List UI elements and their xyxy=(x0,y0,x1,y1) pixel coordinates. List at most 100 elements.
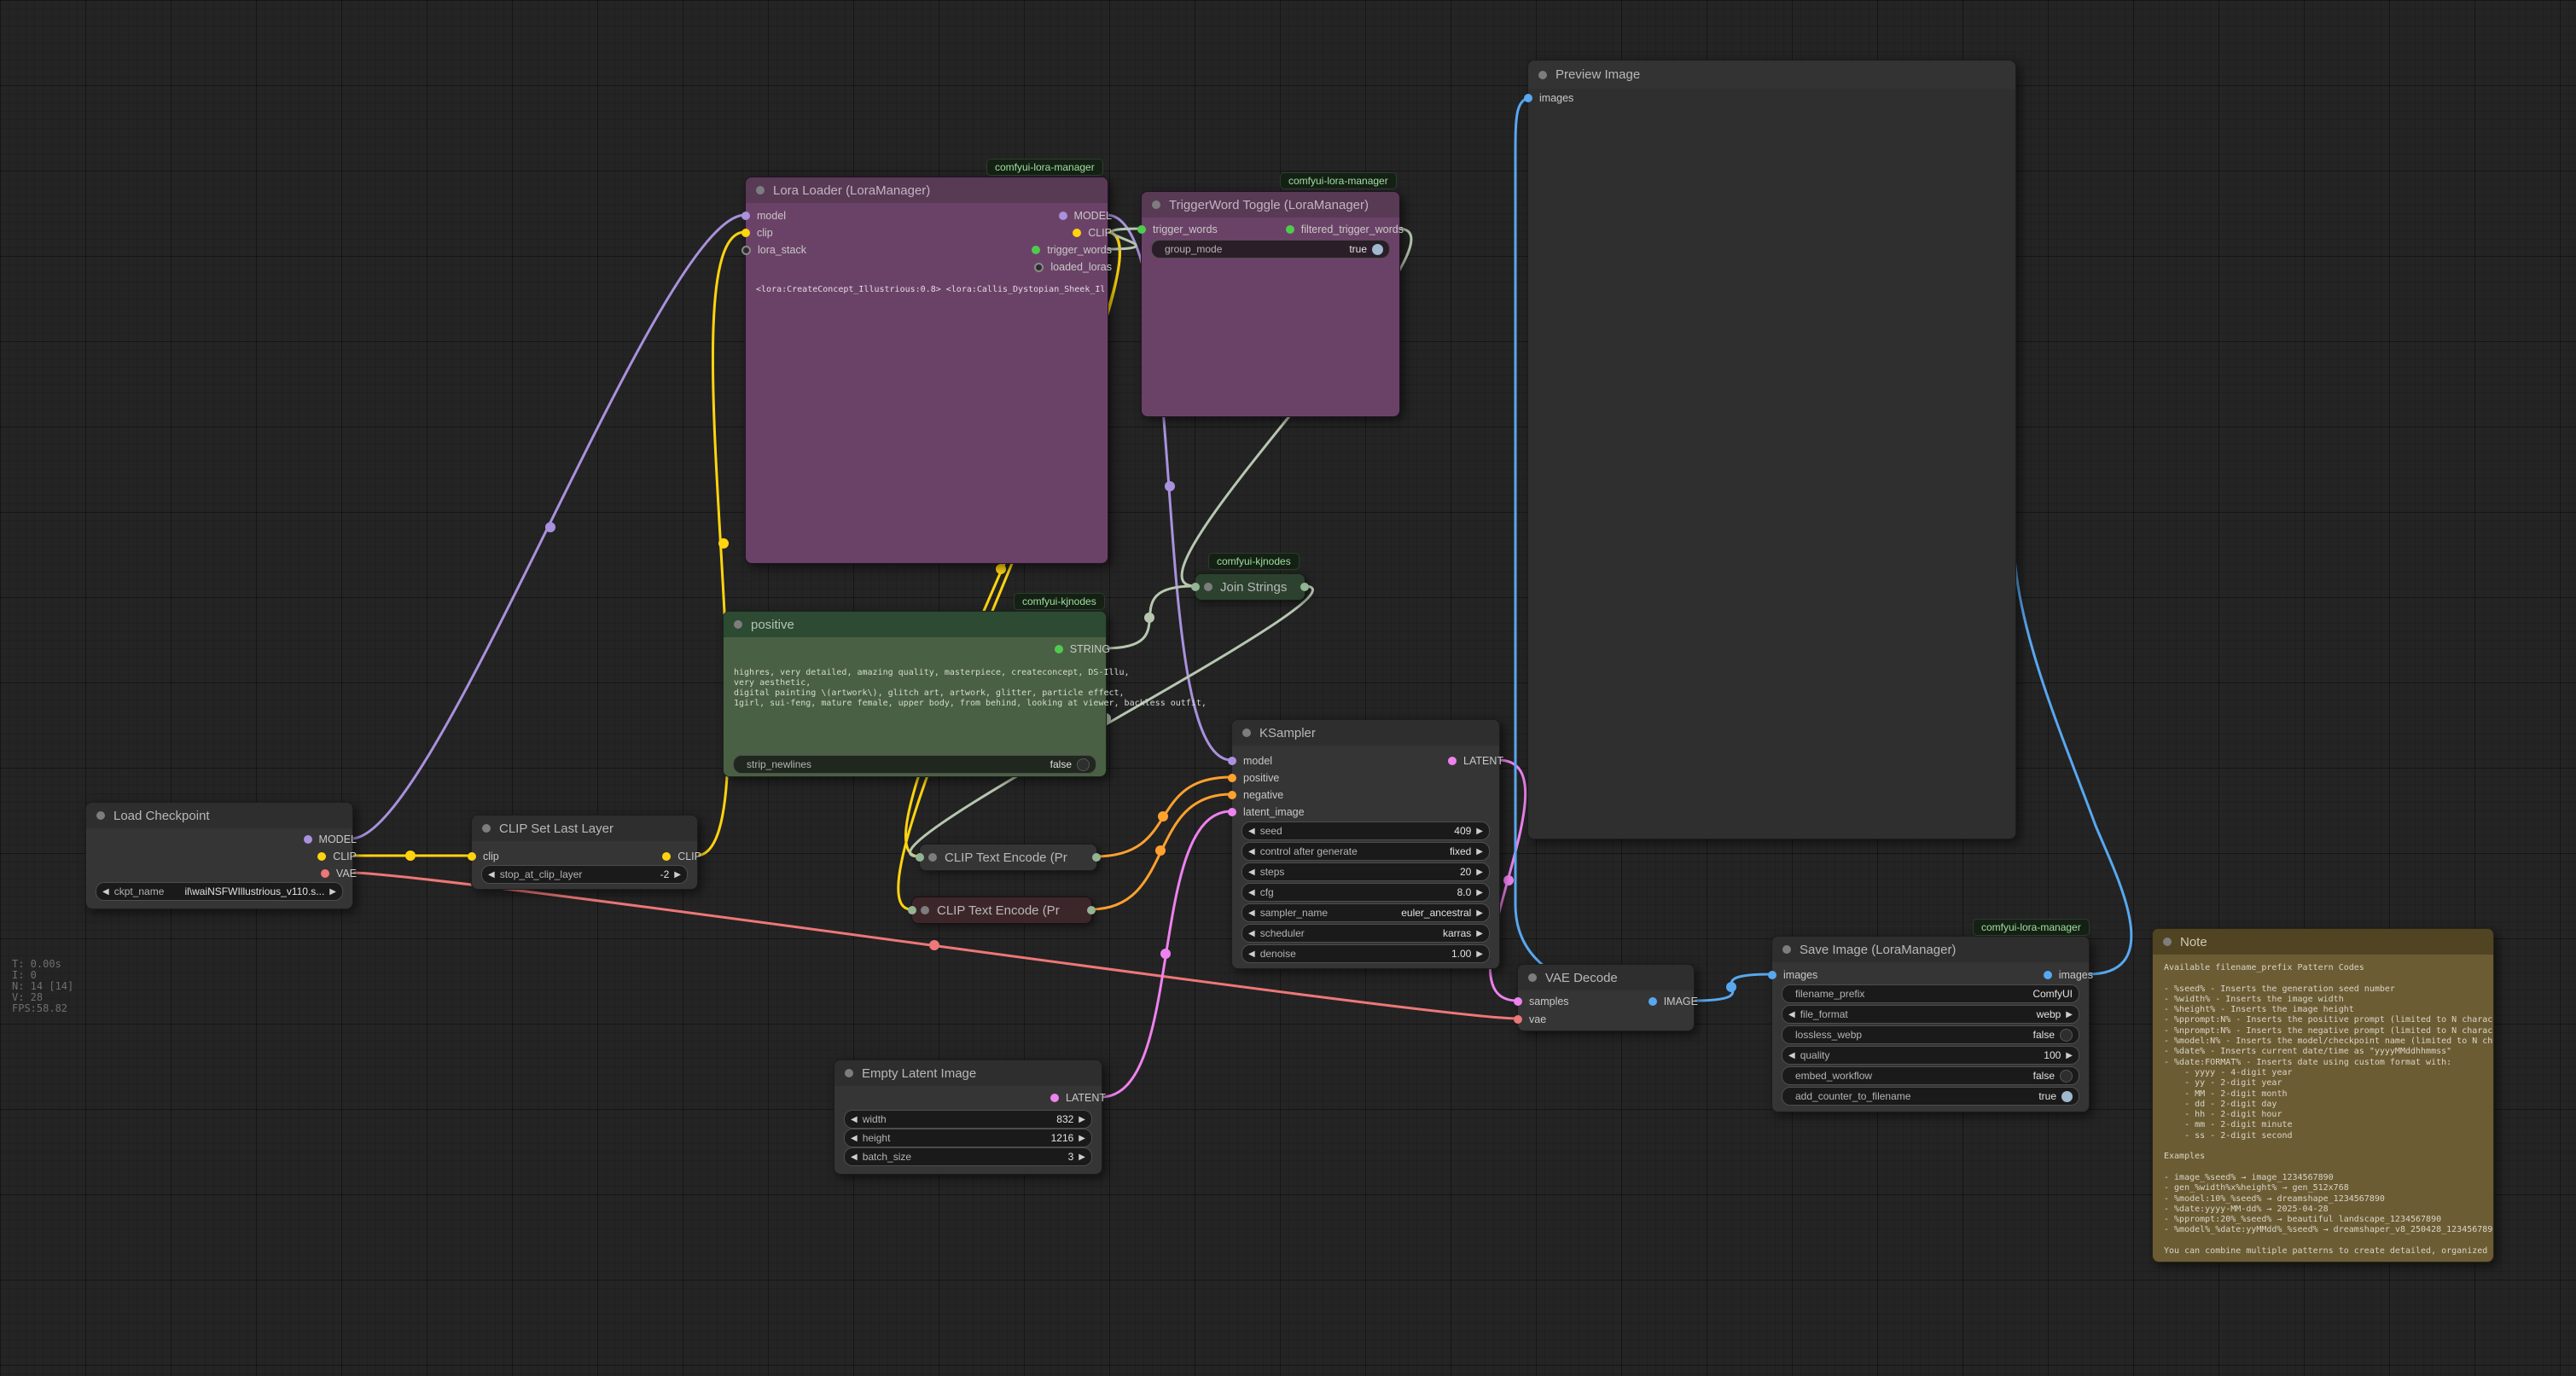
next-arrow-icon[interactable]: ▶ xyxy=(674,870,681,880)
image-port-icon[interactable] xyxy=(1768,971,1776,979)
embed-workflow-toggle[interactable]: embed_workflowfalse xyxy=(1782,1066,2079,1085)
node-preview-image[interactable]: Preview Image images xyxy=(1527,60,2016,839)
toggle-off-icon[interactable] xyxy=(2060,1029,2073,1042)
input-model[interactable]: model xyxy=(741,209,786,223)
next-arrow-icon[interactable]: ▶ xyxy=(1476,949,1483,959)
next-arrow-icon[interactable]: ▶ xyxy=(1079,1152,1085,1162)
next-arrow-icon[interactable]: ▶ xyxy=(1476,929,1483,938)
node-join-strings[interactable]: Join Strings xyxy=(1195,573,1305,601)
image-port-icon[interactable] xyxy=(1649,997,1657,1006)
output-latent[interactable]: LATENT xyxy=(1448,754,1503,768)
link-dot[interactable] xyxy=(996,564,1006,574)
model-port-icon[interactable] xyxy=(1228,757,1236,765)
prev-arrow-icon[interactable]: ◀ xyxy=(1248,929,1255,938)
group-mode-toggle[interactable]: group_modetrue xyxy=(1151,240,1390,258)
file-format-widget[interactable]: ◀file_formatwebp▶ xyxy=(1782,1005,2079,1024)
link-dot[interactable] xyxy=(545,522,555,532)
toggle-on-icon[interactable] xyxy=(2061,1091,2073,1102)
string-port-icon[interactable] xyxy=(1032,246,1040,254)
prev-arrow-icon[interactable]: ◀ xyxy=(1788,1010,1795,1019)
link-dot[interactable] xyxy=(718,538,729,549)
output-trigger-words[interactable]: trigger_words xyxy=(1032,243,1112,257)
collapse-dot[interactable] xyxy=(756,186,765,194)
toggle-on-icon[interactable] xyxy=(1372,244,1383,255)
link-dot[interactable] xyxy=(1155,845,1166,856)
latent-port-icon[interactable] xyxy=(1228,808,1236,816)
prev-arrow-icon[interactable]: ◀ xyxy=(1248,888,1255,897)
link-dot[interactable] xyxy=(1160,949,1171,959)
latent-port-icon[interactable] xyxy=(1050,1094,1059,1102)
output-port-icon[interactable] xyxy=(1092,853,1101,862)
width-widget[interactable]: ◀width832▶ xyxy=(844,1110,1092,1129)
next-arrow-icon[interactable]: ▶ xyxy=(1079,1134,1085,1143)
loaded-loras-port-icon[interactable] xyxy=(1034,263,1044,272)
node-ksampler[interactable]: KSampler model positive negative latent_… xyxy=(1231,719,1500,969)
input-positive[interactable]: positive xyxy=(1228,771,1279,785)
string-port-icon[interactable] xyxy=(1286,225,1294,234)
next-arrow-icon[interactable]: ▶ xyxy=(1079,1115,1085,1124)
vae-port-icon[interactable] xyxy=(1514,1015,1522,1024)
node-note[interactable]: Note Available filename_prefix Pattern C… xyxy=(2152,928,2494,1263)
output-images[interactable]: images xyxy=(2044,968,2093,982)
prompt-textarea[interactable]: highres, very detailed, amazing quality,… xyxy=(734,668,1224,709)
node-clip-text-encode-positive[interactable]: CLIP Text Encode (Pr xyxy=(919,844,1097,871)
steps-widget[interactable]: ◀steps20▶ xyxy=(1241,862,1490,881)
lora-syntax-text[interactable]: <lora:CreateConcept_Illustrious:0.8> <lo… xyxy=(756,285,1104,294)
input-latent-image[interactable]: latent_image xyxy=(1228,805,1305,819)
string-port-icon[interactable] xyxy=(1137,225,1146,234)
collapse-dot[interactable] xyxy=(482,824,491,833)
collapse-dot[interactable] xyxy=(921,906,929,914)
input-negative[interactable]: negative xyxy=(1228,788,1283,802)
output-image[interactable]: IMAGE xyxy=(1649,995,1698,1008)
node-clip-text-encode-negative[interactable]: CLIP Text Encode (Pr xyxy=(911,897,1092,924)
strip-newlines-toggle[interactable]: strip_newlinesfalse xyxy=(733,755,1096,774)
link-dot[interactable] xyxy=(1503,875,1514,885)
node-triggerword-toggle[interactable]: TriggerWord Toggle (LoraManager) trigger… xyxy=(1141,191,1400,417)
ckpt-name-widget[interactable]: ◀ckpt_nameil\waiNSFWIllustrious_v110.s..… xyxy=(96,882,343,901)
next-arrow-icon[interactable]: ▶ xyxy=(1476,909,1483,918)
collapse-dot[interactable] xyxy=(1204,583,1212,591)
node-clip-set-last-layer[interactable]: CLIP Set Last Layer clip CLIP ◀stop_at_c… xyxy=(471,815,698,890)
node-vae-decode[interactable]: VAE Decode samples vae IMAGE xyxy=(1517,964,1695,1031)
prev-arrow-icon[interactable]: ◀ xyxy=(851,1152,858,1162)
image-port-icon[interactable] xyxy=(1524,94,1532,102)
collapse-dot[interactable] xyxy=(1528,973,1537,982)
prev-arrow-icon[interactable]: ◀ xyxy=(1248,868,1255,877)
output-model[interactable]: MODEL xyxy=(304,833,357,846)
prev-arrow-icon[interactable]: ◀ xyxy=(1248,909,1255,918)
collapse-dot[interactable] xyxy=(845,1069,853,1077)
model-port-icon[interactable] xyxy=(1059,212,1067,220)
node-graph-canvas[interactable]: Load Checkpoint MODEL CLIP VAE ◀ckpt_nam… xyxy=(0,0,2576,1376)
conditioning-port-icon[interactable] xyxy=(1228,774,1236,782)
output-string[interactable]: STRING xyxy=(1055,642,1110,656)
input-model[interactable]: model xyxy=(1228,754,1272,768)
input-port-icon[interactable] xyxy=(908,906,916,914)
output-clip[interactable]: CLIP xyxy=(1073,226,1112,240)
input-samples[interactable]: samples xyxy=(1514,995,1569,1008)
latent-port-icon[interactable] xyxy=(1448,757,1457,765)
model-port-icon[interactable] xyxy=(304,835,312,844)
collapse-dot[interactable] xyxy=(734,620,742,629)
node-load-checkpoint[interactable]: Load Checkpoint MODEL CLIP VAE ◀ckpt_nam… xyxy=(85,802,353,909)
output-vae[interactable]: VAE xyxy=(321,867,357,880)
next-arrow-icon[interactable]: ▶ xyxy=(1476,827,1483,836)
vae-port-icon[interactable] xyxy=(321,869,329,878)
prev-arrow-icon[interactable]: ◀ xyxy=(1248,847,1255,856)
collapse-dot[interactable] xyxy=(1152,200,1160,209)
node-lora-loader[interactable]: Lora Loader (LoraManager) model clip lor… xyxy=(745,177,1108,564)
output-clip[interactable]: CLIP xyxy=(317,850,357,863)
input-trigger-words[interactable]: trigger_words xyxy=(1137,223,1218,236)
output-latent[interactable]: LATENT xyxy=(1050,1091,1106,1105)
node-positive-prompt[interactable]: positive STRING highres, very detailed, … xyxy=(723,611,1107,777)
output-port-icon[interactable] xyxy=(1087,906,1096,914)
next-arrow-icon[interactable]: ▶ xyxy=(1476,888,1483,897)
link-dot[interactable] xyxy=(1726,982,1736,992)
control-after-generate-widget[interactable]: ◀control after generatefixed▶ xyxy=(1241,842,1490,861)
output-filtered-trigger-words[interactable]: filtered_trigger_words xyxy=(1286,223,1404,236)
cfg-widget[interactable]: ◀cfg8.0▶ xyxy=(1241,883,1490,902)
add-counter-toggle[interactable]: add_counter_to_filenametrue xyxy=(1782,1087,2079,1106)
filename-prefix-widget[interactable]: filename_prefixComfyUI xyxy=(1782,984,2079,1003)
toggle-off-icon[interactable] xyxy=(1077,758,1090,771)
output-model[interactable]: MODEL xyxy=(1059,209,1112,223)
link-dot[interactable] xyxy=(1144,613,1154,623)
